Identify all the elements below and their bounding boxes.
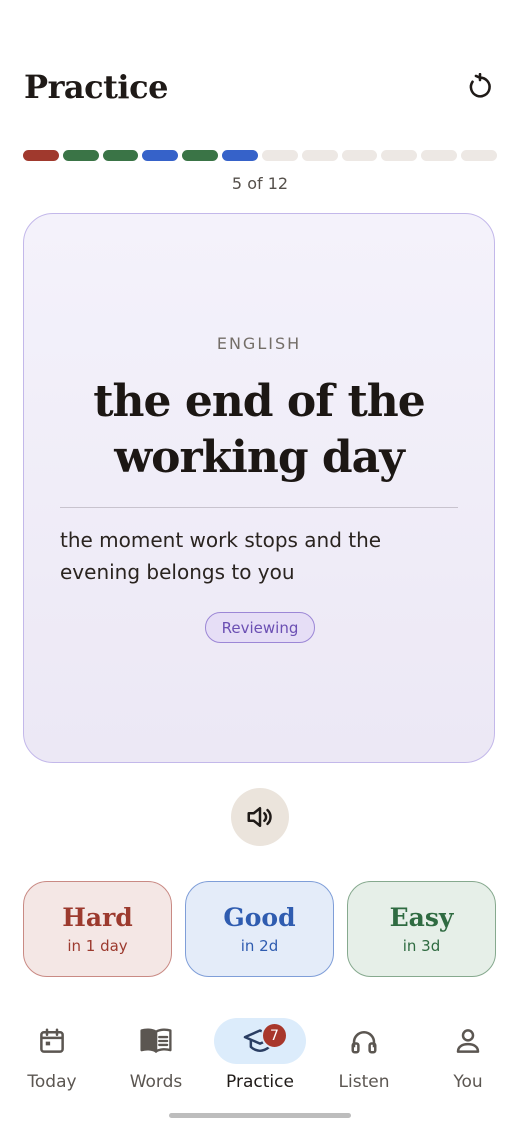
status-badge: Reviewing [205, 612, 315, 643]
progress-segment-good [62, 150, 99, 161]
rate-hard-label: Hard [62, 903, 133, 932]
flashcard[interactable]: ENGLISH the end of the working day the m… [23, 213, 495, 763]
rate-good-button[interactable]: Good in 2d [185, 881, 334, 977]
restart-button[interactable] [460, 67, 500, 107]
nav-icon-container [110, 1018, 202, 1064]
page-title: Practice [24, 68, 168, 106]
headphones-icon [351, 1031, 377, 1054]
refresh-icon [469, 73, 491, 98]
speaker-icon [247, 807, 272, 827]
card-divider [60, 507, 458, 508]
rate-hard-button[interactable]: Hard in 1 day [23, 881, 172, 977]
progress-segment-pending [461, 150, 497, 161]
rate-easy-button[interactable]: Easy in 3d [347, 881, 496, 977]
nav-label-practice: Practice [226, 1072, 294, 1092]
progress-segment-pending [261, 150, 298, 161]
nav-item-practice[interactable]: 7 Practice [208, 1018, 312, 1098]
nav-item-today[interactable]: Today [0, 1018, 104, 1098]
play-audio-button[interactable] [231, 788, 289, 846]
person-icon [456, 1029, 480, 1053]
rate-good-interval: in 2d [240, 937, 279, 955]
rate-easy-label: Easy [389, 903, 454, 932]
rate-good-label: Good [223, 903, 296, 932]
progress-segment-hard [23, 150, 59, 161]
progress-segment-pending [341, 150, 378, 161]
calendar-icon [40, 1028, 64, 1053]
notification-badge: 7 [261, 1022, 288, 1049]
progress-segment-good [182, 150, 219, 161]
bottom-nav: Today Words 7 Practice Listen You [0, 1018, 520, 1098]
nav-label-you: You [453, 1072, 483, 1092]
nav-item-you[interactable]: You [416, 1018, 520, 1098]
card-language: ENGLISH [216, 334, 302, 353]
progress-segment-pending [381, 150, 418, 161]
nav-icon-container [422, 1018, 514, 1064]
nav-icon-container: 7 [214, 1018, 306, 1064]
rate-easy-interval: in 3d [402, 937, 441, 955]
nav-label-listen: Listen [338, 1072, 390, 1092]
progress-bar [23, 150, 497, 161]
home-indicator [169, 1113, 351, 1118]
nav-item-words[interactable]: Words [104, 1018, 208, 1098]
progress-segment-good [102, 150, 139, 161]
card-definition: the moment work stops and the evening be… [60, 528, 382, 584]
progress-counter: 5 of 12 [231, 174, 289, 193]
nav-label-words: Words [129, 1072, 183, 1092]
progress-segment-easy [142, 150, 179, 161]
card-term: the end of the working day [93, 376, 426, 483]
nav-icon-container [6, 1018, 98, 1064]
nav-label-today: Today [27, 1072, 77, 1092]
rate-hard-interval: in 1 day [67, 937, 128, 955]
progress-segment-easy [222, 150, 258, 161]
progress-segment-pending [421, 150, 458, 161]
nav-icon-container [318, 1018, 410, 1064]
header: Practice [24, 62, 500, 112]
book-icon [140, 1028, 172, 1053]
progress-segment-pending [301, 150, 338, 161]
nav-item-listen[interactable]: Listen [312, 1018, 416, 1098]
